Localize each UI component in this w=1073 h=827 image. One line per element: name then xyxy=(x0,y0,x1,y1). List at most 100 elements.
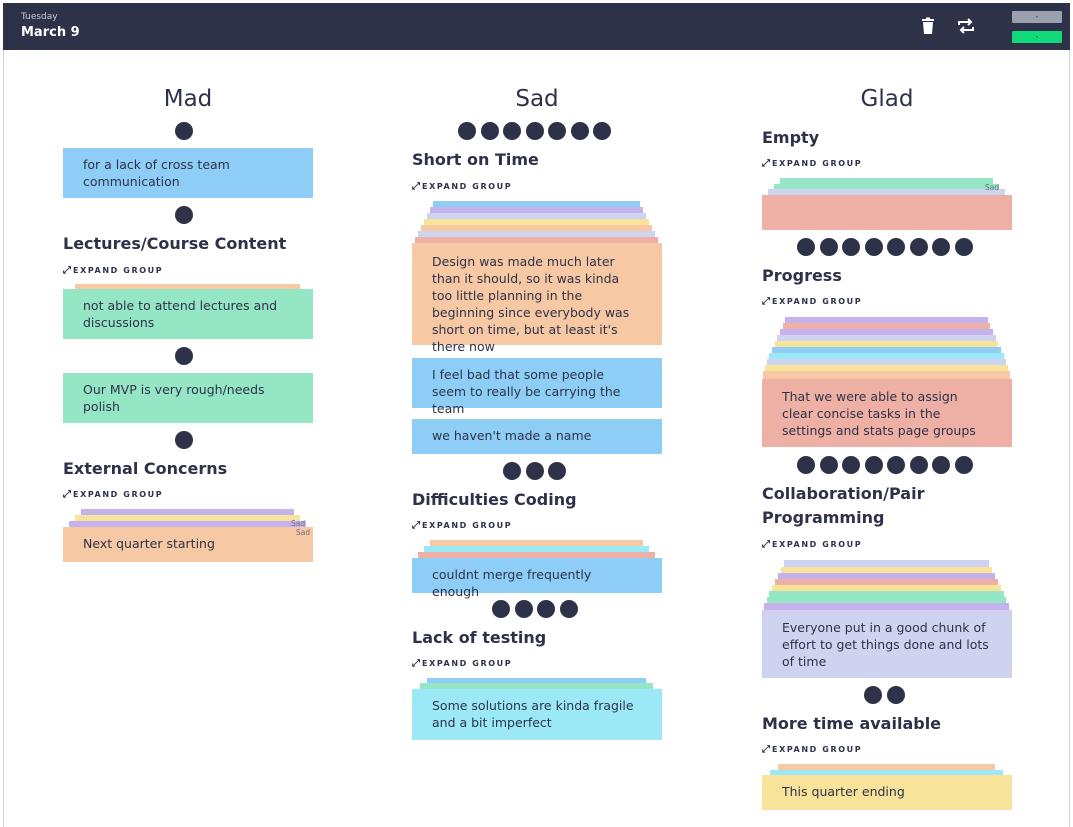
header-button-top[interactable]: - xyxy=(1012,11,1062,23)
vote-dot[interactable] xyxy=(797,238,815,256)
vote-dot[interactable] xyxy=(887,238,905,256)
vote-dot[interactable] xyxy=(932,238,950,256)
vote-dot[interactable] xyxy=(932,456,950,474)
column-title-sad: Sad xyxy=(515,86,559,112)
group-title: Progress xyxy=(762,266,842,285)
vote-dots xyxy=(175,431,193,449)
trash-icon[interactable] xyxy=(917,15,939,37)
expand-label: EXPAND GROUP xyxy=(73,266,164,275)
vote-dot[interactable] xyxy=(864,686,882,704)
vote-dot[interactable] xyxy=(819,456,838,474)
expand-icon: ⤢ xyxy=(762,539,770,550)
retro-card[interactable]: we haven't made a name xyxy=(412,419,662,454)
vote-dot[interactable] xyxy=(797,456,815,474)
expand-group-button[interactable]: ⤢ EXPAND GROUP xyxy=(762,744,862,755)
column-title-mad: Mad xyxy=(163,86,213,112)
vote-dots xyxy=(175,206,193,224)
vote-dot[interactable] xyxy=(886,686,905,704)
retro-card[interactable]: That we were able to assign clear concis… xyxy=(762,379,1012,447)
retro-card[interactable]: Next quarter starting xyxy=(63,527,313,562)
vote-dot[interactable] xyxy=(864,238,883,256)
expand-label: EXPAND GROUP xyxy=(772,745,863,754)
retro-card[interactable]: for a lack of cross team communication xyxy=(63,148,313,198)
expand-group-button[interactable]: ⤢ EXPAND GROUP xyxy=(762,539,862,550)
expand-icon: ⤢ xyxy=(412,658,420,669)
retro-card[interactable]: I feel bad that some people seem to real… xyxy=(412,358,662,416)
header-button-bottom[interactable]: - xyxy=(1012,31,1062,43)
vote-dots xyxy=(797,238,973,256)
expand-label: EXPAND GROUP xyxy=(422,182,513,191)
group-title: Difficulties Coding xyxy=(412,490,577,509)
expand-label: EXPAND GROUP xyxy=(73,490,164,499)
vote-dot[interactable] xyxy=(175,122,193,140)
column-title-glad: Glad xyxy=(860,86,914,112)
expand-group-button[interactable]: ⤢ EXPAND GROUP xyxy=(762,296,862,307)
expand-group-button[interactable]: ⤢ EXPAND GROUP xyxy=(412,181,512,192)
retro-card[interactable]: couldnt merge frequently enough xyxy=(412,558,662,599)
expand-label: EXPAND GROUP xyxy=(772,297,863,306)
vote-dot[interactable] xyxy=(570,122,589,140)
repeat-icon[interactable] xyxy=(955,15,977,37)
expand-icon: ⤢ xyxy=(63,265,71,276)
vote-dot[interactable] xyxy=(548,462,566,480)
group-title: More time available xyxy=(762,714,942,733)
group-title: Short on Time xyxy=(412,150,539,169)
vote-dot[interactable] xyxy=(954,238,973,256)
vote-dot[interactable] xyxy=(503,462,521,480)
retro-card[interactable] xyxy=(762,195,1012,230)
vote-dot[interactable] xyxy=(909,238,928,256)
retro-card[interactable]: not able to attend lectures and discussi… xyxy=(63,289,313,339)
expand-icon: ⤢ xyxy=(762,296,770,307)
expand-group-button[interactable]: ⤢ EXPAND GROUP xyxy=(63,489,163,500)
header-day: Tuesday xyxy=(21,12,58,22)
expand-icon: ⤢ xyxy=(762,744,770,755)
expand-group-button[interactable]: ⤢ EXPAND GROUP xyxy=(762,158,862,169)
vote-dot[interactable] xyxy=(175,347,193,365)
vote-dot[interactable] xyxy=(593,122,611,140)
top-bar: Tuesday March 9 - - xyxy=(3,3,1070,50)
vote-dot[interactable] xyxy=(548,122,566,140)
group-title: Collaboration/Pair Programming xyxy=(762,484,925,527)
vote-dot[interactable] xyxy=(480,122,499,140)
vote-dots xyxy=(797,456,973,474)
vote-dot[interactable] xyxy=(458,122,476,140)
stacked-card-edge xyxy=(763,371,1010,379)
vote-dot[interactable] xyxy=(842,456,860,474)
vote-dot[interactable] xyxy=(842,238,860,256)
card-tag: Sad xyxy=(985,183,1000,192)
vote-dots xyxy=(503,462,566,480)
vote-dot[interactable] xyxy=(909,456,928,474)
expand-icon: ⤢ xyxy=(412,181,420,192)
stacked-card-edge xyxy=(764,603,1009,610)
vote-dot[interactable] xyxy=(537,600,555,618)
vote-dots xyxy=(458,122,611,140)
vote-dot[interactable] xyxy=(864,456,883,474)
expand-group-button[interactable]: ⤢ EXPAND GROUP xyxy=(412,520,512,531)
retro-card[interactable]: This quarter ending xyxy=(762,775,1012,810)
retro-card[interactable]: Design was made much later than it shoul… xyxy=(412,243,662,354)
vote-dot[interactable] xyxy=(175,431,193,449)
group-title: Lack of testing xyxy=(412,628,547,647)
vote-dot[interactable] xyxy=(954,456,973,474)
vote-dot[interactable] xyxy=(525,122,544,140)
expand-icon: ⤢ xyxy=(412,520,420,531)
retro-card[interactable]: Everyone put in a good chunk of effort t… xyxy=(762,610,1012,678)
vote-dot[interactable] xyxy=(559,600,578,618)
retro-card[interactable]: Some solutions are kinda fragile and a b… xyxy=(412,689,662,740)
vote-dot[interactable] xyxy=(525,462,544,480)
expand-label: EXPAND GROUP xyxy=(422,521,513,530)
vote-dot[interactable] xyxy=(175,206,193,224)
vote-dot[interactable] xyxy=(514,600,533,618)
vote-dot[interactable] xyxy=(492,600,510,618)
expand-group-button[interactable]: ⤢ EXPAND GROUP xyxy=(412,658,512,669)
expand-label: EXPAND GROUP xyxy=(772,159,863,168)
vote-dots xyxy=(492,600,578,618)
vote-dot[interactable] xyxy=(887,456,905,474)
retro-card[interactable]: Our MVP is very rough/needs polish xyxy=(63,373,313,423)
expand-group-button[interactable]: ⤢ EXPAND GROUP xyxy=(63,265,163,276)
vote-dot[interactable] xyxy=(503,122,521,140)
vote-dot[interactable] xyxy=(819,238,838,256)
group-title: Empty xyxy=(762,128,820,147)
expand-icon: ⤢ xyxy=(762,158,770,169)
group-title: External Concerns xyxy=(63,459,228,478)
